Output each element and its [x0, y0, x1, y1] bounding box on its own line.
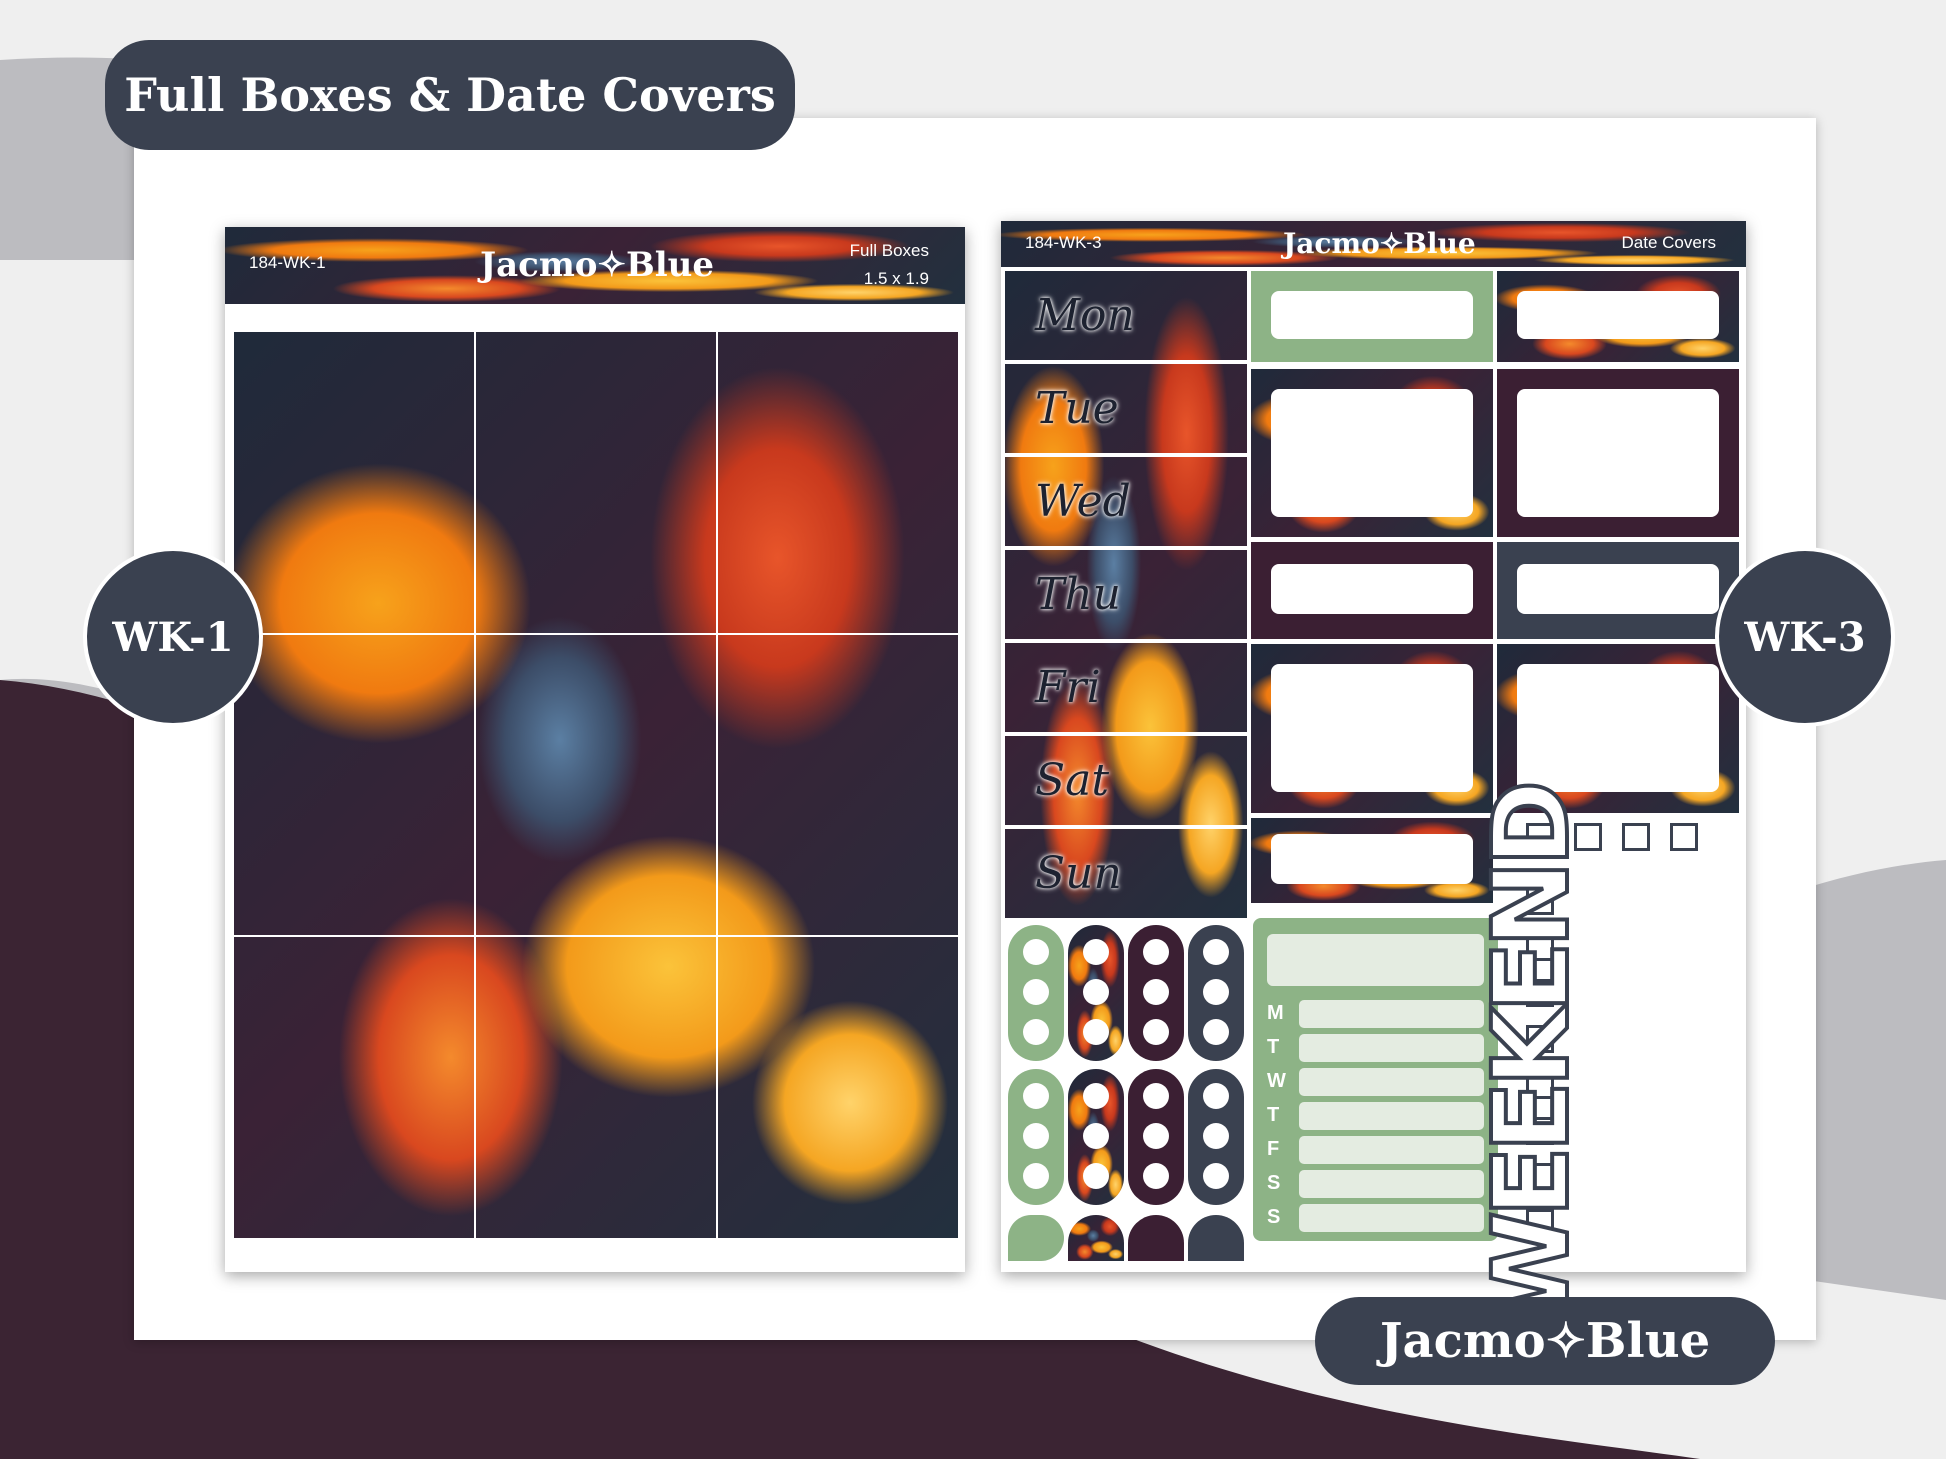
full-box[interactable] [475, 331, 717, 634]
weekend-word: WEEKEND [1468, 784, 1594, 1328]
tracker-row[interactable] [1299, 1000, 1484, 1028]
tracker-row[interactable] [1299, 1136, 1484, 1164]
day-cover-sun[interactable]: Sun [1005, 829, 1247, 922]
circle-dot[interactable] [1023, 1123, 1049, 1149]
tracker-day-letter: T [1267, 1104, 1280, 1126]
sheet-header: 184-WK-1 Jacmo✧Blue Full Boxes 1.5 x 1.9 [225, 227, 965, 304]
tracker-day-letter: S [1267, 1206, 1281, 1228]
circle-dot[interactable] [1143, 979, 1169, 1005]
sheet-type: Date Covers [1621, 233, 1716, 252]
circle-dot[interactable] [1143, 1123, 1169, 1149]
full-box[interactable] [475, 633, 717, 937]
day-cover-fri[interactable]: Fri [1005, 643, 1247, 736]
circle-dot[interactable] [1083, 1163, 1109, 1189]
label-box[interactable] [1251, 644, 1493, 813]
tracker-day-letter: S [1267, 1172, 1281, 1194]
circle-dot[interactable] [1203, 979, 1229, 1005]
full-box[interactable] [717, 331, 959, 634]
tracker-row[interactable] [1299, 1204, 1484, 1232]
day-cover-thu[interactable]: Thu [1005, 550, 1247, 643]
sheet-logo: Jacmo✧Blue [1283, 227, 1476, 260]
label-box[interactable] [1251, 271, 1493, 362]
circle-dot[interactable] [1023, 1083, 1049, 1109]
sheet-code: 184-WK-3 [1025, 233, 1102, 252]
checkbox[interactable] [1670, 823, 1698, 851]
full-box-grid [233, 331, 959, 1239]
sheet-wk1: 184-WK-1 Jacmo✧Blue Full Boxes 1.5 x 1.9 [225, 227, 965, 1272]
label-wk1: WK-1 [83, 547, 263, 727]
checkbox[interactable] [1622, 823, 1650, 851]
circle-stickers [1008, 925, 1245, 1266]
tracker-day-letter: W [1267, 1070, 1286, 1092]
habit-tracker[interactable]: MTWTFSS [1253, 918, 1498, 1241]
title-banner: Full Boxes & Date Covers [105, 40, 795, 150]
day-cover-tue[interactable]: Tue [1005, 364, 1247, 457]
circle-dot[interactable] [1083, 939, 1109, 965]
tracker-day-letter: T [1267, 1036, 1280, 1058]
full-box[interactable] [233, 633, 475, 937]
circle-dot[interactable] [1023, 1163, 1049, 1189]
full-box[interactable] [233, 936, 475, 1239]
sheet-size: 1.5 x 1.9 [863, 269, 929, 288]
circle-dot[interactable] [1143, 1163, 1169, 1189]
circle-dot[interactable] [1143, 939, 1169, 965]
sheet-logo: Jacmo✧Blue [480, 245, 714, 285]
circle-dot[interactable] [1083, 1083, 1109, 1109]
sheet-code: 184-WK-1 [249, 253, 326, 272]
circle-dot[interactable] [1023, 939, 1049, 965]
label-box[interactable] [1497, 369, 1739, 537]
label-box[interactable] [1251, 369, 1493, 537]
circle-dot[interactable] [1083, 1019, 1109, 1045]
full-box[interactable] [717, 936, 959, 1239]
tracker-day-letter: F [1267, 1138, 1280, 1160]
tracker-row[interactable] [1299, 1068, 1484, 1096]
circle-dot[interactable] [1143, 1019, 1169, 1045]
label-box[interactable] [1497, 542, 1739, 639]
day-cover-sat[interactable]: Sat [1005, 736, 1247, 829]
tracker-row[interactable] [1299, 1102, 1484, 1130]
tracker-day-letter: M [1267, 1002, 1284, 1024]
circle-dot[interactable] [1083, 979, 1109, 1005]
full-box[interactable] [717, 633, 959, 937]
brand-logo: Jacmo✧Blue [1315, 1297, 1775, 1385]
circle-dot[interactable] [1203, 1163, 1229, 1189]
circle-dot[interactable] [1203, 1083, 1229, 1109]
day-cover-wed[interactable]: Wed [1005, 457, 1247, 550]
circle-dot[interactable] [1143, 1083, 1169, 1109]
circle-dot[interactable] [1203, 1019, 1229, 1045]
sheet-type: Full Boxes [849, 241, 929, 260]
label-box[interactable] [1251, 818, 1493, 903]
circle-dot[interactable] [1083, 1123, 1109, 1149]
circle-dot[interactable] [1203, 939, 1229, 965]
tracker-row[interactable] [1299, 1170, 1484, 1198]
day-covers: Mon Tue Wed Thu Fri Sat Sun [1005, 271, 1247, 922]
label-box[interactable] [1497, 271, 1739, 362]
full-box[interactable] [475, 936, 717, 1239]
sheet-wk3: 184-WK-3 Jacmo✧Blue Date Covers Mon Tue … [1001, 221, 1746, 1328]
circle-dot[interactable] [1023, 1019, 1049, 1045]
sheet-header: 184-WK-3 Jacmo✧Blue Date Covers [1001, 221, 1746, 267]
label-wk3: WK-3 [1715, 547, 1895, 727]
circle-dot[interactable] [1203, 1123, 1229, 1149]
day-cover-mon[interactable]: Mon [1005, 271, 1247, 364]
full-box[interactable] [233, 331, 475, 634]
tracker-row[interactable] [1299, 1034, 1484, 1062]
circle-dot[interactable] [1023, 979, 1049, 1005]
label-box[interactable] [1251, 542, 1493, 639]
